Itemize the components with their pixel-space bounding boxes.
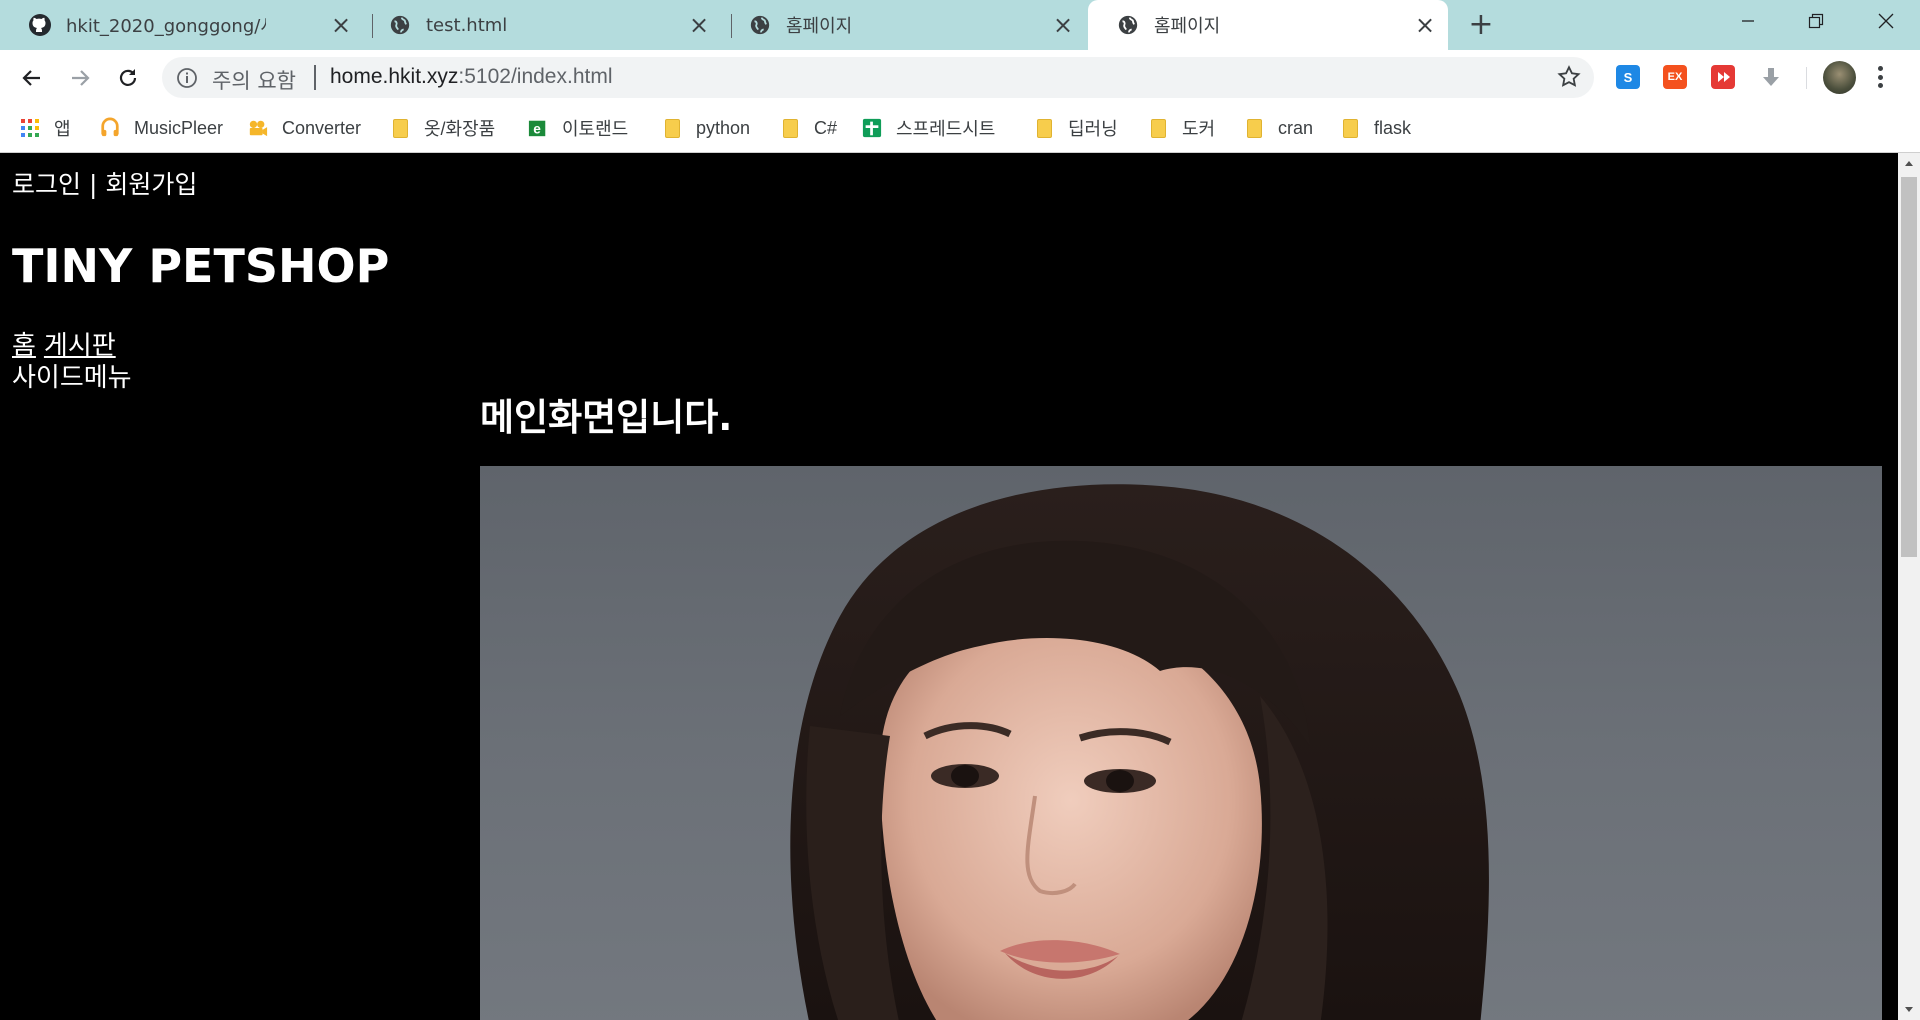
bookmark-folder-docker[interactable]: 도커 [1148, 113, 1215, 143]
bookmark-label: python [696, 117, 751, 138]
bookmark-label: 도커 [1182, 119, 1216, 139]
close-tab-icon[interactable]: × [1050, 12, 1076, 38]
site-title: TINY PETSHOP [12, 239, 390, 293]
folder-icon [780, 118, 800, 138]
bookmark-apps[interactable]: 앱 [20, 113, 71, 143]
bookmark-label: 이토랜드 [562, 119, 629, 139]
bookmark-star-icon[interactable] [1556, 64, 1582, 90]
browser-menu-icon[interactable] [1874, 62, 1886, 92]
bookmark-label: 스프레드시트 [896, 119, 996, 139]
bookmark-label: 옷/화장품 [424, 119, 496, 139]
web-page: 로그인 | 회원가입 TINY PETSHOP 홈 게시판 사이드메뉴 메인화면입… [0, 153, 1898, 1020]
bookmark-label: MusicPleer [134, 117, 224, 138]
globe-icon [388, 13, 412, 37]
bookmarks-bar: 앱 MusicPleer Converter 옷/화장품 e 이토랜드 pyth… [0, 105, 1920, 151]
back-button[interactable] [12, 58, 52, 98]
musicpleer-icon [100, 117, 120, 138]
github-icon [28, 13, 52, 37]
address-divider [314, 65, 316, 90]
close-window-icon[interactable] [1852, 0, 1920, 42]
main-heading: 메인화면입니다. [480, 396, 733, 439]
forward-button[interactable] [60, 58, 100, 98]
bookmark-folder-deeplearning[interactable]: 딥러닝 [1034, 113, 1118, 143]
auth-links[interactable]: 로그인 | 회원가입 [12, 165, 197, 201]
folder-icon [1034, 118, 1054, 138]
scroll-thumb[interactable] [1901, 177, 1917, 557]
info-icon[interactable] [176, 67, 198, 89]
converter-icon [248, 118, 268, 138]
portrait-image [790, 484, 1489, 1020]
toolbar-divider [1806, 67, 1807, 89]
tab-test-html[interactable]: test.html × [360, 0, 722, 50]
security-warning[interactable]: 주의 요함 [212, 65, 296, 95]
bookmark-label: 앱 [54, 119, 71, 139]
tab-title: 홈페이지 [1154, 16, 1221, 37]
globe-icon [748, 13, 772, 37]
etoland-icon: e [528, 118, 548, 138]
s-extension-icon[interactable]: S [1616, 65, 1640, 89]
bookmark-folder-flask[interactable]: flask [1340, 113, 1411, 143]
minimize-icon[interactable] [1714, 0, 1782, 42]
bookmark-label: Converter [282, 117, 362, 138]
new-tab-button[interactable]: + [1466, 10, 1496, 40]
folder-icon [1244, 118, 1264, 138]
bookmark-folder-csharp[interactable]: C# [780, 113, 837, 143]
bookmark-etoland[interactable]: e 이토랜드 [528, 113, 628, 143]
bookmark-musicpleer[interactable]: MusicPleer [100, 113, 223, 143]
scroll-up-icon[interactable] [1898, 153, 1920, 173]
page-scrollbar[interactable] [1898, 153, 1920, 1020]
sheets-icon [862, 118, 882, 138]
bookmark-label: C# [814, 117, 838, 138]
address-bar[interactable]: 주의 요함 home.hkit.xyz:5102/index.html [162, 57, 1594, 98]
tab-homepage-1[interactable]: 홈페이지 × [720, 0, 1086, 50]
bookmark-spreadsheet[interactable]: 스프레드시트 [862, 113, 995, 143]
tab-title: 홈페이지 [786, 16, 853, 37]
url-host: home.hkit.xyz [330, 65, 459, 88]
tab-title: hkit_2020_gonggong/서버 구동 [66, 16, 266, 37]
bookmark-label: flask [1374, 117, 1412, 138]
download-icon[interactable] [1759, 65, 1783, 89]
scroll-down-icon[interactable] [1898, 1000, 1920, 1020]
folder-icon [390, 118, 410, 138]
side-menu: 사이드메뉴 [12, 363, 132, 393]
bookmark-folder-python[interactable]: python [662, 113, 750, 143]
reload-button[interactable] [108, 58, 148, 98]
forward-arrow-icon [72, 70, 90, 86]
bookmark-label: cran [1278, 117, 1314, 138]
folder-icon [1340, 118, 1360, 138]
folder-icon [662, 118, 682, 138]
restore-icon[interactable] [1782, 0, 1850, 42]
apps-grid-icon [20, 118, 40, 138]
url-path: :5102/index.html [458, 65, 613, 88]
bookmark-folder-cran[interactable]: cran [1244, 113, 1313, 143]
tab-github[interactable]: hkit_2020_gonggong/서버 구동 × [0, 0, 364, 50]
bookmark-label: 딥러닝 [1068, 119, 1118, 139]
close-tab-icon[interactable]: × [686, 12, 712, 38]
back-arrow-icon [22, 70, 40, 86]
close-tab-icon[interactable]: × [1412, 12, 1438, 38]
browser-chrome: hkit_2020_gonggong/서버 구동 × test.html × 홈… [0, 0, 1920, 153]
ex-extension-icon[interactable]: EX [1663, 65, 1687, 89]
url-text[interactable]: home.hkit.xyz:5102/index.html [330, 65, 613, 89]
reload-icon [119, 69, 137, 86]
tab-title: test.html [426, 14, 508, 36]
bookmark-converter[interactable]: Converter [248, 113, 361, 143]
globe-icon [1116, 13, 1140, 37]
main-photo [480, 466, 1882, 1020]
browser-toolbar: 주의 요함 home.hkit.xyz:5102/index.html S EX [0, 50, 1920, 105]
svg-text:e: e [533, 121, 541, 136]
tab-homepage-active[interactable]: 홈페이지 × [1088, 0, 1448, 50]
folder-icon [1148, 118, 1168, 138]
tab-strip: hkit_2020_gonggong/서버 구동 × test.html × 홈… [0, 0, 1920, 50]
bookmark-folder-clothes[interactable]: 옷/화장품 [390, 113, 495, 143]
close-tab-icon[interactable]: × [328, 12, 354, 38]
media-extension-icon[interactable] [1711, 65, 1735, 89]
profile-avatar[interactable] [1823, 61, 1856, 94]
